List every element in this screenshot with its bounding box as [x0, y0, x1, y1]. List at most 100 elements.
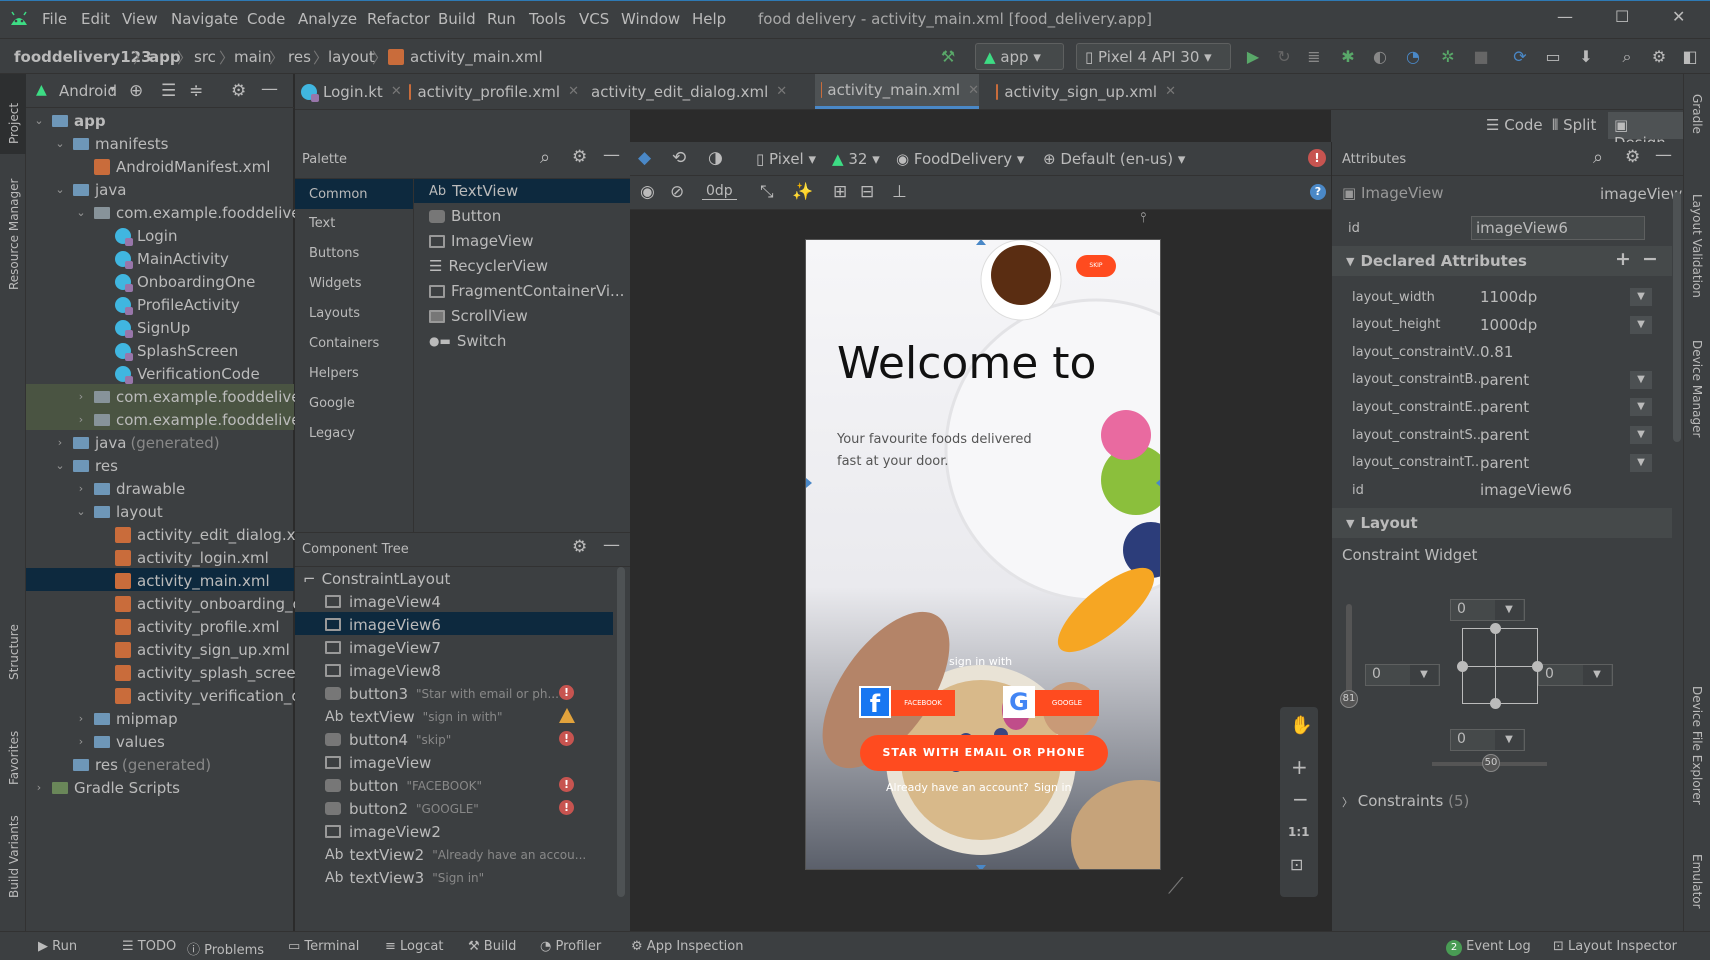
project-tree-item[interactable]: SignUp: [95, 315, 190, 340]
close-tab-icon[interactable]: ✕: [776, 84, 787, 99]
menu-navigate[interactable]: Navigate: [171, 10, 238, 28]
breadcrumb-app[interactable]: app: [149, 48, 181, 66]
attribute-row[interactable]: layout_constraintT... parent ▼: [1352, 448, 1662, 478]
project-tree-item[interactable]: activity_verification_cc: [95, 683, 308, 708]
tool-device-file-explorer[interactable]: Device File Explorer: [1690, 686, 1704, 805]
start-with-email-button[interactable]: STAR WITH EMAIL OR PHONE: [860, 735, 1108, 771]
pack-icon[interactable]: ⊥: [892, 182, 907, 202]
left-anchor[interactable]: [806, 478, 812, 488]
chevron-right-icon[interactable]: ›: [74, 413, 88, 426]
error-icon[interactable]: !: [559, 685, 574, 700]
palette-item-fragmentcontainer[interactable]: FragmentContainerVi...: [429, 282, 624, 300]
minimize-icon[interactable]: —: [1557, 7, 1573, 26]
attach-debugger-icon[interactable]: ✲: [1438, 47, 1458, 67]
split-view-button[interactable]: ⫴ Split: [1552, 116, 1596, 134]
zoom-in-icon[interactable]: +: [1291, 755, 1308, 779]
project-tree-item[interactable]: activity_main.xml: [95, 568, 270, 593]
expand-all-icon[interactable]: ☰: [161, 81, 176, 101]
chevron-down-icon[interactable]: ⌄: [53, 137, 67, 150]
margin-bottom-select[interactable]: 0 ▼: [1450, 729, 1525, 751]
project-tree-item[interactable]: ⌄ java: [53, 177, 126, 202]
chevron-right-icon[interactable]: ›: [32, 781, 46, 794]
tool-profiler[interactable]: ◔ Profiler: [540, 939, 601, 954]
chevron-down-icon[interactable]: ⌄: [53, 459, 67, 472]
constraint-left-dot[interactable]: [1457, 661, 1468, 672]
locale-selector[interactable]: ⊕ Default (en-us) ▾: [1043, 150, 1185, 168]
attribute-value[interactable]: parent: [1480, 426, 1529, 444]
attribute-row[interactable]: layout_constraintB... parent ▼: [1352, 365, 1662, 395]
attribute-value[interactable]: parent: [1480, 454, 1529, 472]
project-tree-item[interactable]: ⌄ manifests: [53, 131, 168, 156]
palette-item-switch[interactable]: ●▬ Switch: [429, 332, 506, 350]
chevron-down-icon[interactable]: ▼: [1630, 370, 1652, 389]
menu-tools[interactable]: Tools: [529, 10, 566, 28]
palette-category-helpers[interactable]: Helpers: [309, 366, 359, 381]
horizontal-bias-thumb[interactable]: 50: [1482, 754, 1500, 772]
tool-favorites[interactable]: Favorites: [7, 731, 21, 785]
palette-item-scrollview[interactable]: ScrollView: [429, 307, 528, 325]
menu-run[interactable]: Run: [487, 10, 516, 28]
api-selector[interactable]: ▲ 32 ▾: [832, 150, 880, 168]
menu-vcs[interactable]: VCS: [579, 10, 609, 28]
tool-logcat[interactable]: ≡ Logcat: [385, 939, 443, 954]
resize-handle-icon[interactable]: ⟋: [1168, 874, 1183, 899]
component-tree-item[interactable]: Ab textView "sign in with": [325, 704, 503, 729]
component-constraintlayout[interactable]: ⌐ ConstraintLayout: [303, 566, 450, 591]
coverage-icon[interactable]: ◐: [1370, 47, 1390, 67]
zoom-fit-icon[interactable]: ⊡: [1290, 855, 1303, 874]
project-tree-item[interactable]: ⌄ layout: [74, 499, 162, 524]
locate-icon[interactable]: ⊕: [129, 81, 143, 101]
component-tree-item[interactable]: imageView2: [325, 819, 441, 844]
component-tree-item[interactable]: button2 "GOOGLE": [325, 796, 479, 821]
warning-icon[interactable]: [559, 708, 575, 723]
gear-icon[interactable]: ⚙: [572, 537, 587, 557]
attribute-row[interactable]: layout_constraintV... 0.81: [1352, 337, 1662, 367]
zoom-out-icon[interactable]: −: [1292, 787, 1309, 811]
palette-item-imageview[interactable]: ImageView: [429, 232, 534, 250]
attribute-row[interactable]: layout_constraintE... parent ▼: [1352, 392, 1662, 422]
maximize-icon[interactable]: ☐: [1615, 7, 1629, 26]
attribute-row[interactable]: layout_width 1100dp ▼: [1352, 282, 1662, 312]
default-margin-field[interactable]: 0dp: [702, 183, 737, 200]
chevron-right-icon[interactable]: ›: [53, 436, 67, 449]
chevron-down-icon[interactable]: ▾: [110, 84, 115, 95]
menu-window[interactable]: Window: [621, 10, 680, 28]
sdk-manager-icon[interactable]: ⬇: [1576, 47, 1596, 67]
component-tree-item[interactable]: imageView8: [325, 658, 441, 683]
component-tree-item[interactable]: button "FACEBOOK": [325, 773, 482, 798]
profile-icon[interactable]: ◔: [1403, 47, 1423, 67]
attribute-row[interactable]: layout_height 1000dp ▼: [1352, 310, 1662, 340]
palette-category-google[interactable]: Google: [309, 396, 355, 411]
vertical-bias-slider[interactable]: [1346, 604, 1352, 704]
attribute-value[interactable]: 1100dp: [1480, 288, 1537, 306]
attribute-value[interactable]: parent: [1480, 371, 1529, 389]
project-tree-item[interactable]: OnboardingOne: [95, 269, 255, 294]
project-tree-item[interactable]: ⌄ com.example.fooddeliver: [74, 200, 306, 225]
hide-panel-icon[interactable]: —: [603, 535, 620, 555]
component-tree-item[interactable]: Ab textView2 "Already have an accou...: [325, 842, 586, 867]
breadcrumb-layout[interactable]: layout: [328, 48, 375, 66]
gear-icon[interactable]: ⚙: [231, 81, 246, 101]
id-input[interactable]: imageView6: [1471, 216, 1645, 240]
tab-activity-sign-up[interactable]: activity_sign_up.xml ✕: [990, 74, 1176, 109]
chevron-down-icon[interactable]: ▼: [1630, 426, 1652, 444]
palette-category-containers[interactable]: Containers: [309, 336, 379, 351]
chevron-down-icon[interactable]: ⌄: [74, 206, 88, 219]
facebook-button[interactable]: FACEBOOK: [891, 690, 955, 716]
component-tree-item[interactable]: imageView7: [325, 635, 441, 660]
component-tree-item[interactable]: Ab textView3 "Sign in": [325, 865, 484, 890]
hammer-icon[interactable]: ⚒: [938, 47, 958, 67]
gear-icon[interactable]: ⚙: [1625, 147, 1640, 167]
apply-code-icon[interactable]: ≣: [1304, 47, 1324, 67]
error-icon[interactable]: !: [1308, 149, 1326, 167]
project-tree-item[interactable]: ProfileActivity: [95, 292, 240, 317]
project-tree-item[interactable]: activity_splash_screen.: [95, 660, 310, 685]
constraint-right-dot[interactable]: [1532, 661, 1543, 672]
scrollbar[interactable]: [617, 567, 625, 897]
breadcrumb-src[interactable]: src: [194, 48, 216, 66]
palette-item-recyclerview[interactable]: ☰ RecyclerView: [429, 257, 548, 275]
project-view-selector[interactable]: Android: [59, 82, 117, 100]
scrollbar[interactable]: [1673, 192, 1681, 442]
apply-changes-icon[interactable]: ↻: [1274, 47, 1294, 67]
declared-attributes-header[interactable]: ▼ Declared Attributes + −: [1332, 246, 1672, 276]
